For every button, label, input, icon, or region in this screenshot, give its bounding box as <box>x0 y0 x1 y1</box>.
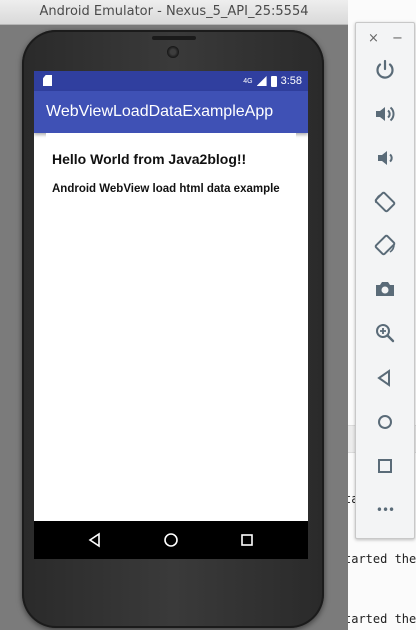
earpiece-speaker <box>152 36 196 40</box>
volume-down-button[interactable] <box>370 143 400 173</box>
webview-heading: Hello World from Java2blog!! <box>52 151 247 167</box>
zoom-in-icon <box>376 324 395 343</box>
webview[interactable]: Hello World from Java2blog!! Android Web… <box>46 133 296 551</box>
rotate-left-button[interactable] <box>370 187 400 217</box>
status-bar: 4G 3:58 <box>34 71 308 91</box>
webview-subheading: Android WebView load html data example <box>52 183 280 195</box>
battery-icon <box>270 75 277 87</box>
sd-card-icon <box>43 75 52 86</box>
emulator-toolbar: × − ••• <box>355 22 415 539</box>
home-button[interactable] <box>370 407 400 437</box>
status-clock: 3:58 <box>280 75 302 87</box>
back-icon <box>377 369 390 387</box>
nav-recents-button[interactable] <box>238 531 256 549</box>
nav-back-button[interactable] <box>86 531 104 549</box>
screenshot-button[interactable] <box>370 274 400 304</box>
volume-up-icon <box>376 106 395 122</box>
device-screen[interactable]: 4G 3:58 WebViewLoadDataExampleApp Hello … <box>34 71 308 559</box>
rotate-left-icon <box>374 191 396 213</box>
toolbar-header: × − <box>356 23 414 53</box>
rotate-right-button[interactable] <box>370 230 400 260</box>
more-button[interactable]: ••• <box>370 495 400 525</box>
app-title: WebViewLoadDataExampleApp <box>46 103 274 120</box>
overview-button[interactable] <box>370 451 400 481</box>
power-icon <box>376 59 394 79</box>
ide-log-line: tarted the <box>344 612 416 626</box>
back-button[interactable] <box>370 363 400 393</box>
close-icon[interactable]: × <box>368 31 379 46</box>
nav-home-button[interactable] <box>162 531 180 549</box>
volume-up-button[interactable] <box>370 99 400 129</box>
more-dots-icon: ••• <box>375 503 395 517</box>
navigation-bar <box>34 521 308 559</box>
home-icon <box>378 415 392 429</box>
home-circle-icon <box>164 533 178 547</box>
rotate-right-icon <box>374 234 396 256</box>
recents-square-icon <box>241 534 253 546</box>
back-triangle-icon <box>88 532 100 548</box>
zoom-button[interactable] <box>370 318 400 348</box>
signal-icon <box>256 76 267 86</box>
window-title: Android Emulator - Nexus_5_API_25:5554 <box>39 4 309 19</box>
camera-icon <box>376 282 394 296</box>
volume-down-icon <box>378 151 393 165</box>
app-bar: WebViewLoadDataExampleApp <box>34 91 308 133</box>
emulator-title-bar[interactable]: Android Emulator - Nexus_5_API_25:5554 <box>0 0 348 25</box>
power-button[interactable] <box>370 55 400 85</box>
ide-log-line: tarted the <box>344 552 416 566</box>
minimize-icon[interactable]: − <box>392 31 403 46</box>
overview-icon <box>378 459 392 473</box>
front-camera <box>167 46 179 58</box>
network-type: 4G <box>243 77 253 85</box>
